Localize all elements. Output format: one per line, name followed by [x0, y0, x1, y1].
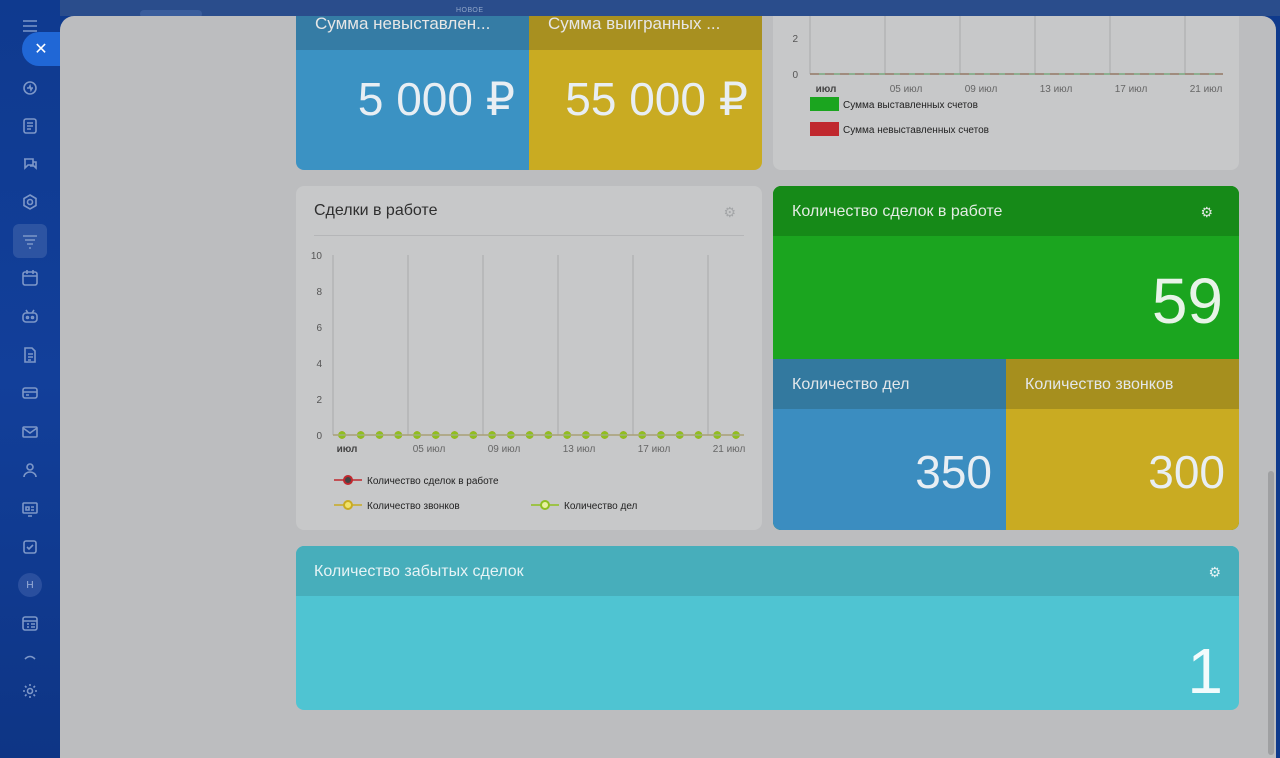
task-check-icon[interactable]: [18, 535, 42, 559]
document-icon[interactable]: [18, 343, 42, 367]
y-tick-label: 0: [792, 70, 798, 81]
y-tick-label: 8: [316, 287, 322, 298]
y-tick-label: 4: [316, 359, 322, 370]
close-icon: ✕: [34, 41, 48, 58]
hexagon-icon[interactable]: [18, 190, 42, 214]
legend-marker: [343, 500, 353, 510]
y-tick-label: 10: [311, 251, 323, 262]
legend-marker: [343, 475, 353, 485]
forgotten-deals-gear-icon[interactable]: ⚙: [1208, 564, 1221, 581]
x-tick-label: 05 июл: [890, 84, 923, 95]
activities-count-tile[interactable]: Количество дел 350: [773, 359, 1006, 530]
dashboard-panel: Сумма невыставлен... 5 000 ₽ Сумма выигр…: [60, 16, 1276, 758]
deals-count-gear-icon[interactable]: ⚙: [1200, 204, 1213, 221]
x-tick-label: 13 июл: [563, 444, 596, 455]
new-tag: НОВОЕ: [456, 7, 484, 14]
forgotten-deals-widget: Количество забытых сделок ⚙ 1: [296, 546, 1239, 710]
legend-swatch: [810, 97, 839, 111]
calls-count-title: Количество звонков: [1006, 359, 1239, 409]
x-tick-label: 09 июл: [488, 444, 521, 455]
forgotten-deals-value[interactable]: 1: [1187, 634, 1223, 708]
invoices-chart-widget: июл 05 июл 09 июл 13 июл 17 июл 21 июл 0 2 Сумм…: [773, 16, 1239, 170]
top-banner: НОВОЕ: [60, 0, 1280, 18]
y-tick-label: 6: [316, 323, 322, 334]
chat-icon[interactable]: [18, 152, 42, 176]
invoices-chart: июл 05 июл 09 июл 13 июл 17 июл 21 июл 0 2 Сумм…: [792, 16, 1223, 136]
won-sum-tile[interactable]: Сумма выигранных ... 55 000 ₽: [529, 16, 762, 170]
sum-widget: Сумма невыставлен... 5 000 ₽ Сумма выигр…: [296, 16, 762, 170]
x-tick-label: 05 июл: [413, 444, 446, 455]
presentation-icon[interactable]: [18, 497, 42, 521]
won-sum-title: Сумма выигранных ...: [529, 16, 762, 50]
legend-marker: [540, 500, 550, 510]
mail-icon[interactable]: [18, 420, 42, 444]
deals-count-title: Количество сделок в работе: [773, 186, 1239, 236]
deals-count-widget: Количество сделок в работе ⚙ 59 Количест…: [773, 186, 1239, 530]
avatar[interactable]: Н: [18, 573, 42, 597]
x-tick-label: 21 июл: [1190, 84, 1223, 95]
deals-chart: 0 2 4 6 8 10 июл 05 июл 09 июл 13 июл 17 июл 21 июл…: [311, 251, 746, 512]
x-tick-label: июл: [816, 84, 837, 95]
calls-count-value: 300: [1148, 446, 1225, 498]
legend-label: Количество дел: [564, 501, 638, 512]
legend-label: Сумма выставленных счетов: [843, 100, 978, 111]
calls-count-tile[interactable]: Количество звонков 300: [1006, 359, 1239, 530]
activities-count-title: Количество дел: [773, 359, 1006, 409]
pulse-icon[interactable]: [18, 76, 42, 100]
robot-icon[interactable]: [18, 304, 42, 328]
x-tick-label: 17 июл: [1115, 84, 1148, 95]
x-tick-label: 13 июл: [1040, 84, 1073, 95]
legend-label: Сумма невыставленных счетов: [843, 125, 989, 136]
y-tick-label: 2: [792, 34, 798, 45]
won-sum-value: 55 000 ₽: [565, 73, 748, 125]
feed-icon[interactable]: [18, 114, 42, 138]
card-icon[interactable]: [18, 381, 42, 405]
calendar-icon[interactable]: [18, 266, 42, 290]
settings-gear-icon[interactable]: [18, 679, 42, 703]
unbilled-sum-tile[interactable]: Сумма невыставлен... 5 000 ₽: [296, 16, 529, 170]
x-tick-label: июл: [337, 444, 358, 455]
forgotten-deals-title: Количество забытых сделок: [296, 546, 1239, 596]
y-tick-label: 0: [316, 431, 322, 442]
x-tick-label: 09 июл: [965, 84, 998, 95]
unbilled-sum-title: Сумма невыставлен...: [296, 16, 529, 50]
crm-funnel-icon[interactable]: [13, 224, 47, 258]
legend-label: Количество сделок в работе: [367, 475, 499, 487]
scrollbar[interactable]: [1268, 471, 1274, 755]
x-tick-label: 17 июл: [638, 444, 671, 455]
close-slider-button[interactable]: ✕: [22, 32, 60, 66]
chevron-up-icon[interactable]: [18, 645, 42, 669]
unbilled-sum-value: 5 000 ₽: [357, 73, 515, 125]
activities-count-value: 350: [915, 446, 992, 498]
users-icon[interactable]: [18, 458, 42, 482]
schedule-icon[interactable]: [18, 611, 42, 635]
legend-label: Количество звонков: [367, 501, 460, 512]
y-tick-label: 2: [316, 395, 322, 406]
legend-swatch: [810, 122, 839, 136]
x-tick-label: 21 июл: [713, 444, 746, 455]
deals-count-value[interactable]: 59: [1152, 264, 1223, 338]
app-sidebar: Н: [0, 0, 60, 758]
deals-chart-widget: Сделки в работе ⚙ 0 2 4 6 8 10 июл 05 июл 09 июл…: [296, 186, 762, 530]
